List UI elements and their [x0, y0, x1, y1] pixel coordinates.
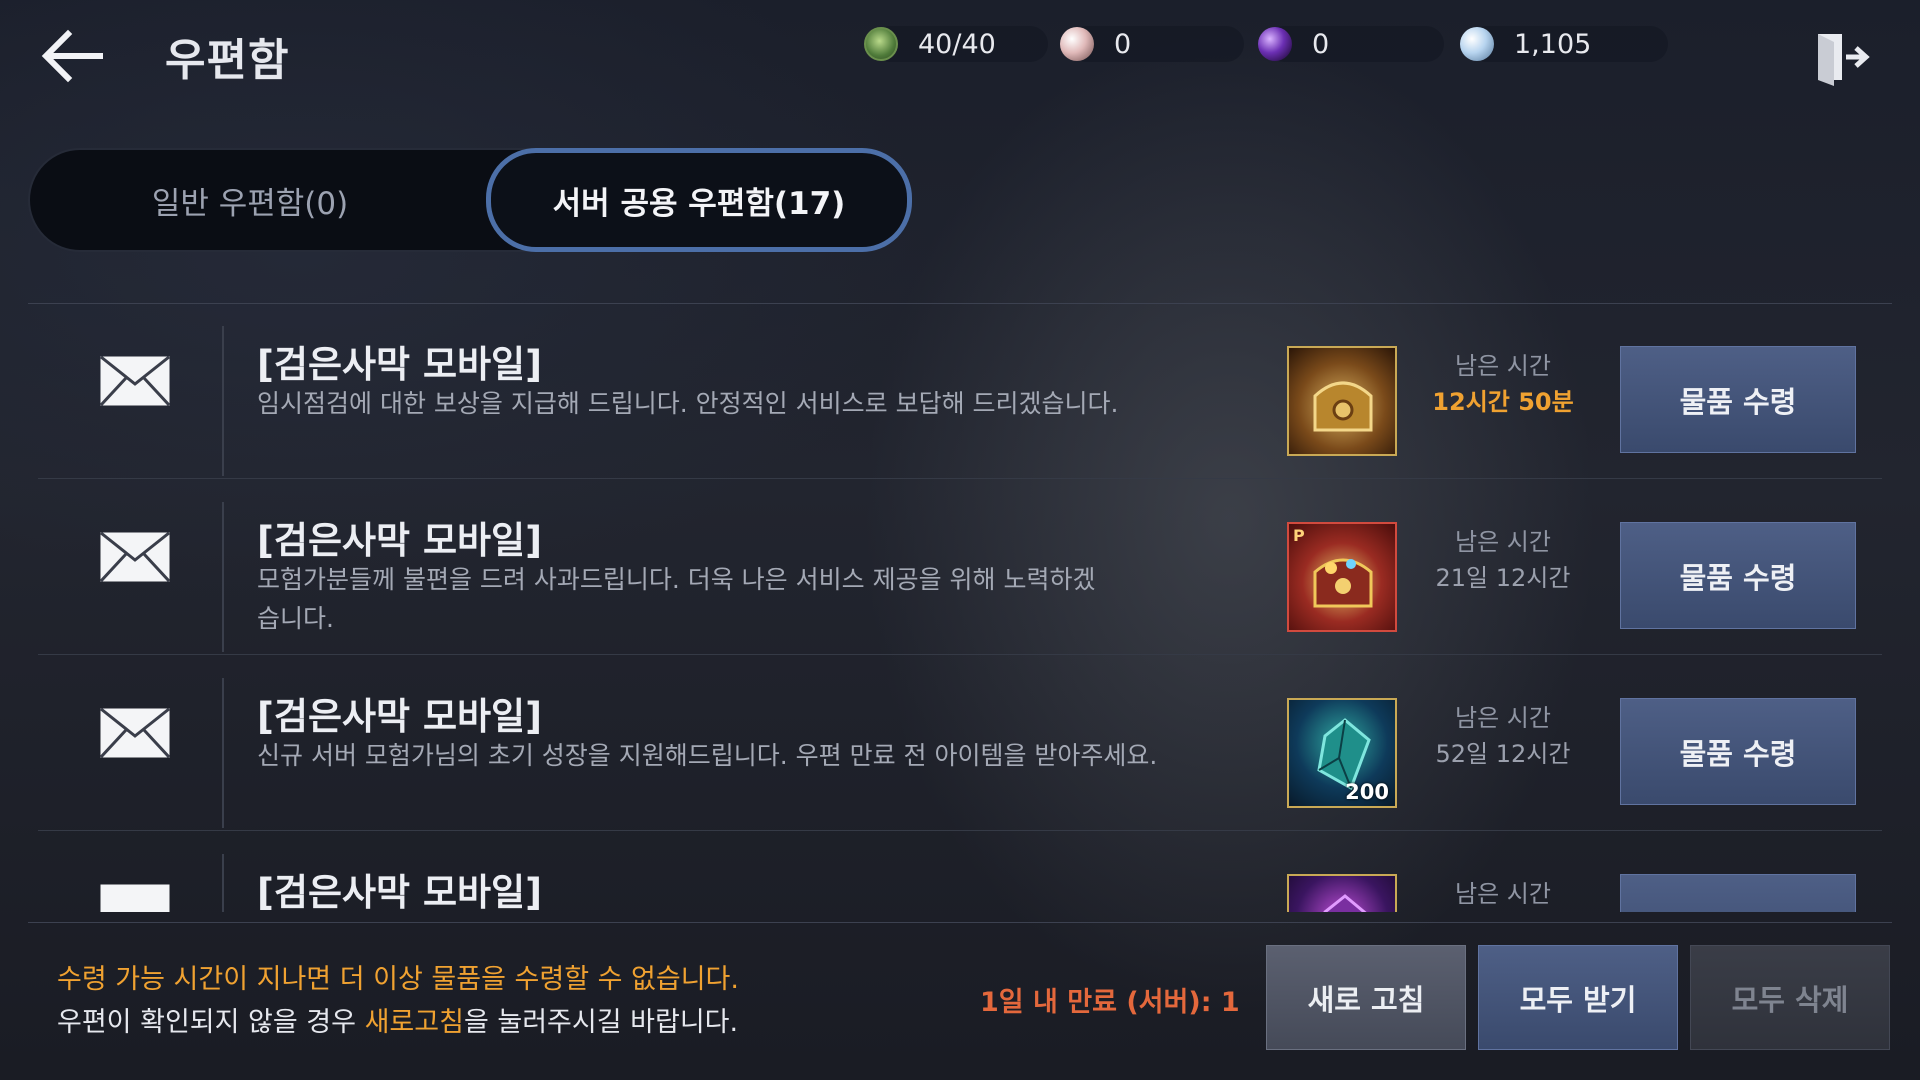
delete-all-button[interactable]: 모두 삭제: [1690, 945, 1890, 1050]
exit-door-icon: [1818, 34, 1870, 86]
row-separator: [222, 678, 224, 828]
expiry-notice: 수령 가능 시간이 지나면 더 이상 물품을 수령할 수 없습니다. 우편이 확…: [57, 958, 739, 1044]
remaining-time: 남은 시간 12시간 50분: [1418, 348, 1588, 420]
exit-button[interactable]: [1812, 26, 1874, 88]
silver-value: 1,105: [1514, 28, 1592, 60]
envelope-icon: [100, 884, 170, 912]
row-separator: [222, 854, 224, 912]
black-orb-icon: [1258, 27, 1292, 61]
pearl-icon: [1060, 27, 1094, 61]
premium-treasure-chest-icon[interactable]: P: [1287, 522, 1397, 632]
page-title: 우편함: [165, 35, 290, 86]
mailbox-screen: 우편함 40/40 0 0 1,105 일반 우편함(0) 서버 공용 우편함(…: [0, 0, 1920, 1080]
stamina-counter: 40/40: [864, 26, 1048, 62]
silver-coin-icon: [1460, 27, 1494, 61]
mail-body: 임시점검에 대한 보상을 지급해 드립니다. 안정적인 서비스로 보답해 드리겠…: [257, 389, 1119, 418]
row-separator: [222, 502, 224, 652]
mail-title: [검은사막 모바일]: [257, 519, 542, 562]
stamina-icon: [864, 27, 898, 61]
remaining-time: 남은 시간 21일 12시간: [1418, 524, 1588, 596]
remaining-time-label: 남은 시간: [1455, 704, 1551, 732]
remaining-time-value: 52일 12시간: [1435, 740, 1571, 768]
notice-line-2: 우편이 확인되지 않을 경우 새로고침을 눌러주시길 바랍니다.: [57, 1001, 739, 1044]
receive-all-button[interactable]: 모두 받기: [1478, 945, 1678, 1050]
mailbox-tabs: 일반 우편함(0) 서버 공용 우편함(17): [28, 148, 912, 252]
envelope-icon: [100, 532, 170, 582]
silver-counter: 1,105: [1460, 26, 1668, 62]
tab-server-mailbox[interactable]: 서버 공용 우편함(17): [486, 148, 912, 252]
item-quantity: 200: [1345, 780, 1389, 804]
row-separator: [222, 326, 224, 476]
mail-item[interactable]: [검은사막 모바일] 신규 서버 모험가님의 초기 성장을 지원해드립니다. 우…: [38, 656, 1882, 831]
black-orb-value: 0: [1312, 28, 1330, 60]
remaining-time-value: 12시간 50분: [1432, 388, 1574, 416]
list-divider-bottom: [28, 922, 1892, 923]
mail-title: [검은사막 모바일]: [257, 343, 542, 386]
remaining-time: 남은 시간: [1418, 876, 1588, 912]
notice-line-1: 수령 가능 시간이 지나면 더 이상 물품을 수령할 수 없습니다.: [57, 964, 739, 995]
mail-title: [검은사막 모바일]: [257, 871, 542, 912]
remaining-time-label: 남은 시간: [1455, 528, 1551, 556]
stamina-value: 40/40: [918, 28, 996, 60]
notice-line-2-end: 을 눌러주시길 바랍니다.: [463, 1007, 739, 1038]
blue-crystal-icon[interactable]: 200: [1287, 698, 1397, 808]
tab-normal-mailbox[interactable]: 일반 우편함(0): [30, 150, 470, 250]
expiring-count: 1일 내 만료 (서버): 1: [980, 987, 1240, 1018]
envelope-icon: [100, 708, 170, 758]
black-orb-counter: 0: [1258, 26, 1444, 62]
refresh-button[interactable]: 새로 고침: [1266, 945, 1466, 1050]
mail-item[interactable]: [검은사막 모바일] 임시점검에 대한 보상을 지급해 드립니다. 안정적인 서…: [38, 304, 1882, 479]
notice-line-2-start: 우편이 확인되지 않을 경우: [57, 1007, 365, 1038]
back-button[interactable]: [38, 26, 108, 86]
purple-crystal-icon[interactable]: [1287, 874, 1397, 912]
mail-item[interactable]: [검은사막 모바일] 남은 시간 물품 수령: [38, 832, 1882, 912]
claim-item-button[interactable]: 물품 수령: [1620, 698, 1856, 805]
claim-item-button[interactable]: 물품 수령: [1620, 874, 1856, 912]
pearl-value: 0: [1114, 28, 1132, 60]
mail-body: 모험가분들께 불편을 드려 사과드립니다. 더욱 나은 서비스 제공을 위해 노…: [257, 565, 1096, 633]
pearl-counter: 0: [1060, 26, 1244, 62]
remaining-time-label: 남은 시간: [1455, 880, 1551, 908]
mail-title: [검은사막 모바일]: [257, 695, 542, 738]
back-arrow-icon: [41, 29, 103, 83]
remaining-time-value: 21일 12시간: [1435, 564, 1571, 592]
golden-chest-icon[interactable]: [1287, 346, 1397, 456]
mail-item[interactable]: [검은사막 모바일] 모험가분들께 불편을 드려 사과드립니다. 더욱 나은 서…: [38, 480, 1882, 655]
mail-list[interactable]: [검은사막 모바일] 임시점검에 대한 보상을 지급해 드립니다. 안정적인 서…: [28, 304, 1892, 912]
item-tag: P: [1293, 526, 1305, 545]
envelope-icon: [100, 356, 170, 406]
claim-item-button[interactable]: 물품 수령: [1620, 346, 1856, 453]
claim-item-button[interactable]: 물품 수령: [1620, 522, 1856, 629]
remaining-time-label: 남은 시간: [1455, 352, 1551, 380]
notice-refresh-highlight: 새로고침: [364, 1007, 464, 1038]
mail-body: 신규 서버 모험가님의 초기 성장을 지원해드립니다. 우편 만료 전 아이템을…: [257, 741, 1158, 770]
remaining-time: 남은 시간 52일 12시간: [1418, 700, 1588, 772]
